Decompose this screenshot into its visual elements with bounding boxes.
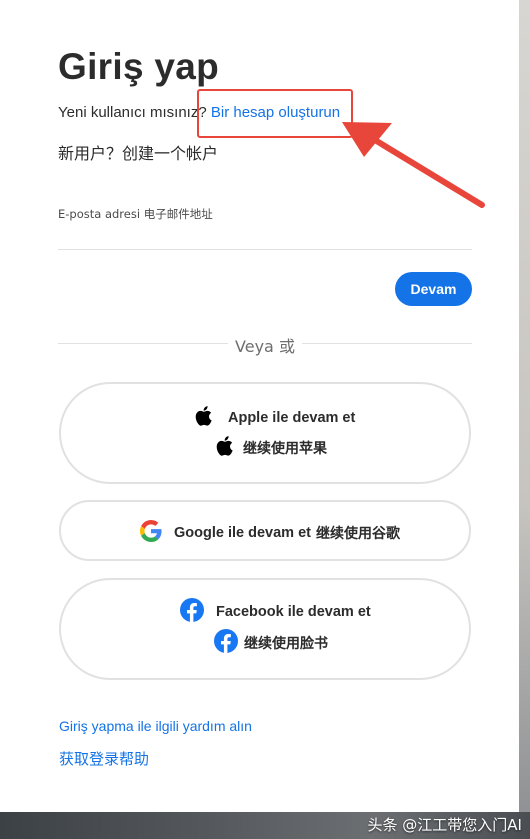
google-row: Google ile devam et 继续使用谷歌 — [140, 520, 400, 546]
google-label: Google ile devam et — [174, 525, 311, 541]
google-label-cn: 继续使用谷歌 — [316, 526, 400, 542]
signin-help-link-cn[interactable]: 获取登录帮助 — [59, 748, 149, 769]
facebook-row-cn: 继续使用脸书 — [214, 629, 328, 657]
apple-icon — [215, 434, 237, 462]
google-icon — [140, 520, 162, 546]
email-label: E-posta adresi 电子邮件地址 — [58, 207, 213, 221]
facebook-row-main: Facebook ile devam et — [180, 598, 371, 626]
signin-help-link[interactable]: Giriş yapma ile ilgili yardım alın — [59, 718, 252, 734]
facebook-label: Facebook ile devam et — [216, 604, 371, 620]
apple-signin-button[interactable]: Apple ile devam et 继续使用苹果 — [59, 382, 471, 484]
facebook-icon — [214, 629, 238, 657]
divider-right — [302, 343, 472, 344]
divider-text: Veya 或 — [235, 337, 295, 356]
apple-row-cn: 继续使用苹果 — [215, 434, 327, 462]
background-strip-right — [519, 0, 530, 839]
email-input[interactable] — [58, 222, 472, 250]
facebook-icon — [180, 598, 204, 626]
facebook-signin-button[interactable]: Facebook ile devam et 继续使用脸书 — [59, 578, 471, 680]
continue-button[interactable]: Devam — [395, 272, 472, 306]
apple-row-main: Apple ile devam et — [194, 404, 355, 432]
apple-label: Apple ile devam et — [228, 410, 356, 426]
apple-icon — [194, 404, 216, 432]
annotation-highlight-box — [197, 89, 353, 138]
google-signin-button[interactable]: Google ile devam et 继续使用谷歌 — [59, 500, 471, 561]
new-user-question: Yeni kullanıcı mısınız? — [58, 104, 207, 121]
facebook-label-cn: 继续使用脸书 — [244, 636, 328, 652]
new-user-cn-text: 新用户？创建一个帐户 — [58, 144, 219, 163]
page-title: Giriş yap — [58, 46, 220, 87]
apple-label-cn: 继续使用苹果 — [243, 441, 327, 457]
divider-left — [58, 343, 228, 344]
watermark: 头条 @江工带您入门AI — [367, 816, 522, 834]
